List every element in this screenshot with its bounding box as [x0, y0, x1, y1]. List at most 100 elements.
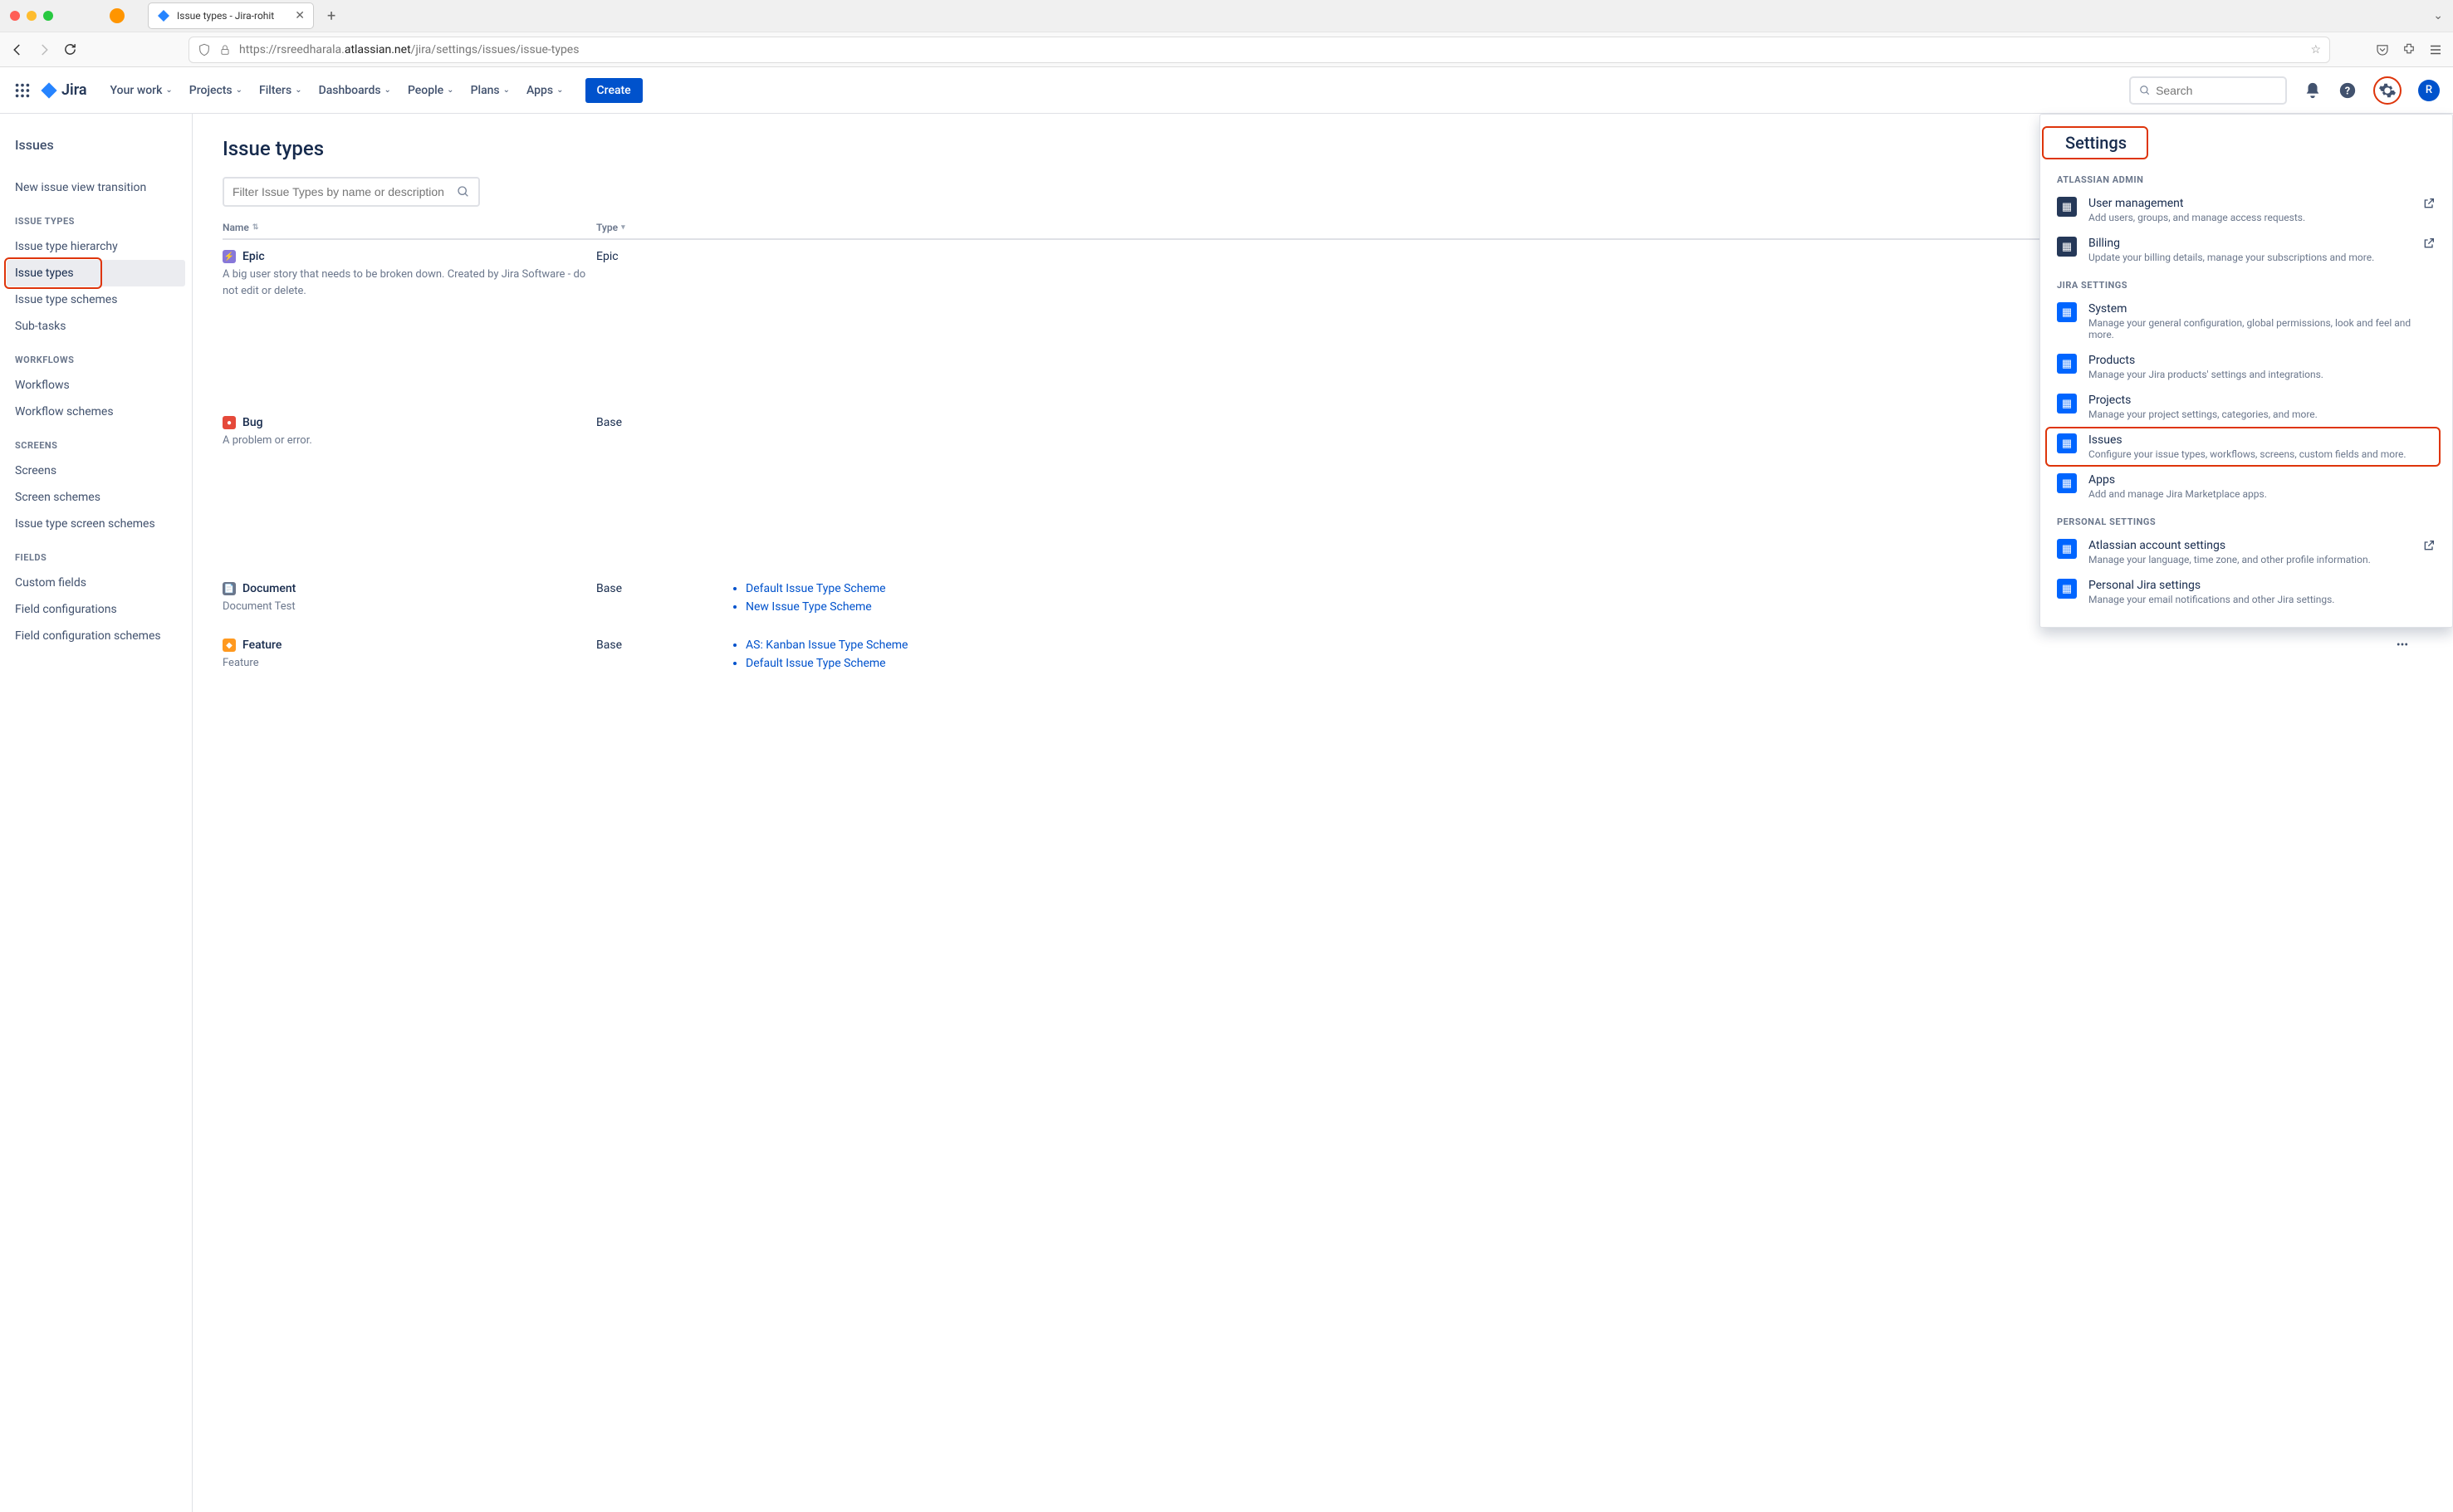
filter-input[interactable] [233, 185, 450, 198]
popover-section-heading: JIRA SETTINGS [2040, 270, 2452, 296]
nav-item-filters[interactable]: Filters⌄ [251, 79, 311, 102]
popover-item-title: Projects [2088, 394, 2436, 407]
nav-item-plans[interactable]: Plans⌄ [463, 79, 518, 102]
popover-item-title: Personal Jira settings [2088, 579, 2436, 592]
sidebar-item-workflows[interactable]: Workflows [7, 372, 185, 399]
create-button[interactable]: Create [585, 78, 643, 103]
window-maximize-icon[interactable] [43, 11, 53, 21]
row-actions-button[interactable]: ••• [2382, 639, 2423, 652]
popover-item-billing[interactable]: ▦ Billing Update your billing details, m… [2040, 230, 2452, 270]
nav-item-projects[interactable]: Projects⌄ [181, 79, 251, 102]
sidebar: Issues New issue view transition ISSUE T… [0, 114, 193, 1512]
bookmark-star-icon[interactable]: ☆ [2310, 43, 2321, 56]
popover-item-user-management[interactable]: ▦ User management Add users, groups, and… [2040, 190, 2452, 230]
search-box[interactable] [2129, 76, 2287, 105]
reload-button[interactable] [63, 42, 77, 56]
search-input[interactable] [2156, 84, 2277, 97]
popover-item-projects[interactable]: ▦ Projects Manage your project settings,… [2040, 387, 2452, 427]
popover-item-title: Atlassian account settings [2088, 539, 2411, 552]
filter-box[interactable] [223, 177, 480, 207]
popover-item-issues[interactable]: ▦ Issues Configure your issue types, wor… [2040, 427, 2452, 467]
external-link-icon [2422, 237, 2436, 250]
tab-title: Issue types - Jira-rohit [177, 10, 288, 22]
popover-item-icon: ▦ [2057, 237, 2077, 257]
app-switcher-icon[interactable] [13, 81, 32, 100]
tabs-dropdown-icon[interactable]: ⌄ [2433, 9, 2443, 22]
extensions-icon[interactable] [2402, 42, 2416, 57]
help-icon[interactable]: ? [2338, 81, 2357, 100]
scheme-link[interactable]: Default Issue Type Scheme [746, 657, 2382, 670]
popover-item-system[interactable]: ▦ System Manage your general configurati… [2040, 296, 2452, 347]
window-close-icon[interactable] [10, 11, 20, 21]
popover-item-desc: Manage your Jira products' settings and … [2088, 369, 2436, 380]
sidebar-item-transition[interactable]: New issue view transition [7, 174, 185, 201]
sidebar-item-screens[interactable]: Screens [7, 458, 185, 484]
nav-item-apps[interactable]: Apps⌄ [518, 79, 572, 102]
popover-section-heading: PERSONAL SETTINGS [2040, 506, 2452, 532]
popover-item-desc: Configure your issue types, workflows, s… [2088, 448, 2436, 460]
jira-logo-text: Jira [61, 81, 87, 99]
issue-type-icon: ⚡ [223, 250, 236, 263]
user-avatar[interactable]: R [2418, 80, 2440, 101]
sidebar-item-issue-type-schemes[interactable]: Issue type schemes [7, 286, 185, 313]
issue-type-description: A problem or error. [223, 433, 596, 449]
issue-type-name[interactable]: 📄 Document [223, 582, 596, 595]
pocket-icon[interactable] [2375, 42, 2390, 57]
popover-item-desc: Add users, groups, and manage access req… [2088, 212, 2411, 223]
issue-type-schemes: AS: Kanban Issue Type Scheme Default Issu… [729, 639, 2382, 675]
sidebar-item-workflow-schemes[interactable]: Workflow schemes [7, 399, 185, 425]
popover-item-apps[interactable]: ▦ Apps Add and manage Jira Marketplace a… [2040, 467, 2452, 506]
sidebar-item-field-configuration-schemes[interactable]: Field configuration schemes [7, 623, 185, 649]
issue-type-level: Base [596, 639, 729, 652]
popover-item-title: User management [2088, 197, 2411, 210]
popover-item-desc: Manage your email notifications and othe… [2088, 594, 2436, 605]
popover-section-heading: ATLASSIAN ADMIN [2040, 164, 2452, 190]
scheme-link[interactable]: AS: Kanban Issue Type Scheme [746, 639, 2382, 652]
popover-item-desc: Manage your language, time zone, and oth… [2088, 554, 2411, 565]
url-text: https://rsreedharala.atlassian.net/jira/… [239, 43, 579, 56]
lock-icon [219, 44, 231, 56]
jira-favicon-icon [157, 9, 170, 22]
sidebar-heading: ISSUE TYPES [7, 201, 185, 233]
popover-item-desc: Manage your general configuration, globa… [2088, 317, 2436, 340]
nav-item-dashboards[interactable]: Dashboards⌄ [311, 79, 399, 102]
popover-title: Settings [2049, 130, 2143, 164]
issue-type-name[interactable]: ⚡ Epic [223, 250, 596, 263]
issue-type-name[interactable]: ● Bug [223, 416, 596, 429]
column-header-name[interactable]: Name ⇅ [223, 222, 596, 233]
browser-toolbar: https://rsreedharala.atlassian.net/jira/… [0, 32, 2453, 66]
tab-close-icon[interactable]: ✕ [295, 9, 305, 22]
popover-item-products[interactable]: ▦ Products Manage your Jira products' se… [2040, 347, 2452, 387]
back-button[interactable] [10, 42, 25, 57]
sidebar-item-issue-types[interactable]: Issue types [7, 260, 185, 286]
window-minimize-icon[interactable] [27, 11, 37, 21]
popover-item-atlassian-account-settings[interactable]: ▦ Atlassian account settings Manage your… [2040, 532, 2452, 572]
notifications-icon[interactable] [2304, 81, 2322, 100]
nav-item-your-work[interactable]: Your work⌄ [102, 79, 181, 102]
popover-item-personal-jira-settings[interactable]: ▦ Personal Jira settings Manage your ema… [2040, 572, 2452, 612]
jira-logo[interactable]: Jira [40, 81, 87, 100]
sidebar-item-issue-type-screen-schemes[interactable]: Issue type screen schemes [7, 511, 185, 537]
issue-type-name[interactable]: ◆ Feature [223, 639, 596, 652]
nav-item-people[interactable]: People⌄ [399, 79, 463, 102]
issue-type-level: Base [596, 582, 729, 595]
sidebar-item-screen-schemes[interactable]: Screen schemes [7, 484, 185, 511]
sidebar-item-custom-fields[interactable]: Custom fields [7, 570, 185, 596]
popover-item-icon: ▦ [2057, 579, 2077, 599]
popover-item-icon: ▦ [2057, 539, 2077, 559]
sidebar-item-sub-tasks[interactable]: Sub-tasks [7, 313, 185, 340]
browser-chrome: Issue types - Jira-rohit ✕ + ⌄ https://r… [0, 0, 2453, 67]
issue-type-level: Epic [596, 250, 729, 263]
hamburger-menu-icon[interactable] [2428, 42, 2443, 57]
new-tab-button[interactable]: + [327, 7, 335, 25]
column-header-type[interactable]: Type ▾ [596, 222, 729, 233]
browser-tab[interactable]: Issue types - Jira-rohit ✕ [148, 2, 314, 29]
url-bar[interactable]: https://rsreedharala.atlassian.net/jira/… [189, 37, 2330, 63]
window-controls [10, 11, 53, 21]
issue-type-description: Feature [223, 655, 596, 672]
settings-gear-button[interactable] [2373, 76, 2402, 105]
sidebar-item-field-configurations[interactable]: Field configurations [7, 596, 185, 623]
sidebar-item-issue-type-hierarchy[interactable]: Issue type hierarchy [7, 233, 185, 260]
svg-text:?: ? [2345, 85, 2350, 97]
jira-logo-icon [40, 81, 58, 100]
